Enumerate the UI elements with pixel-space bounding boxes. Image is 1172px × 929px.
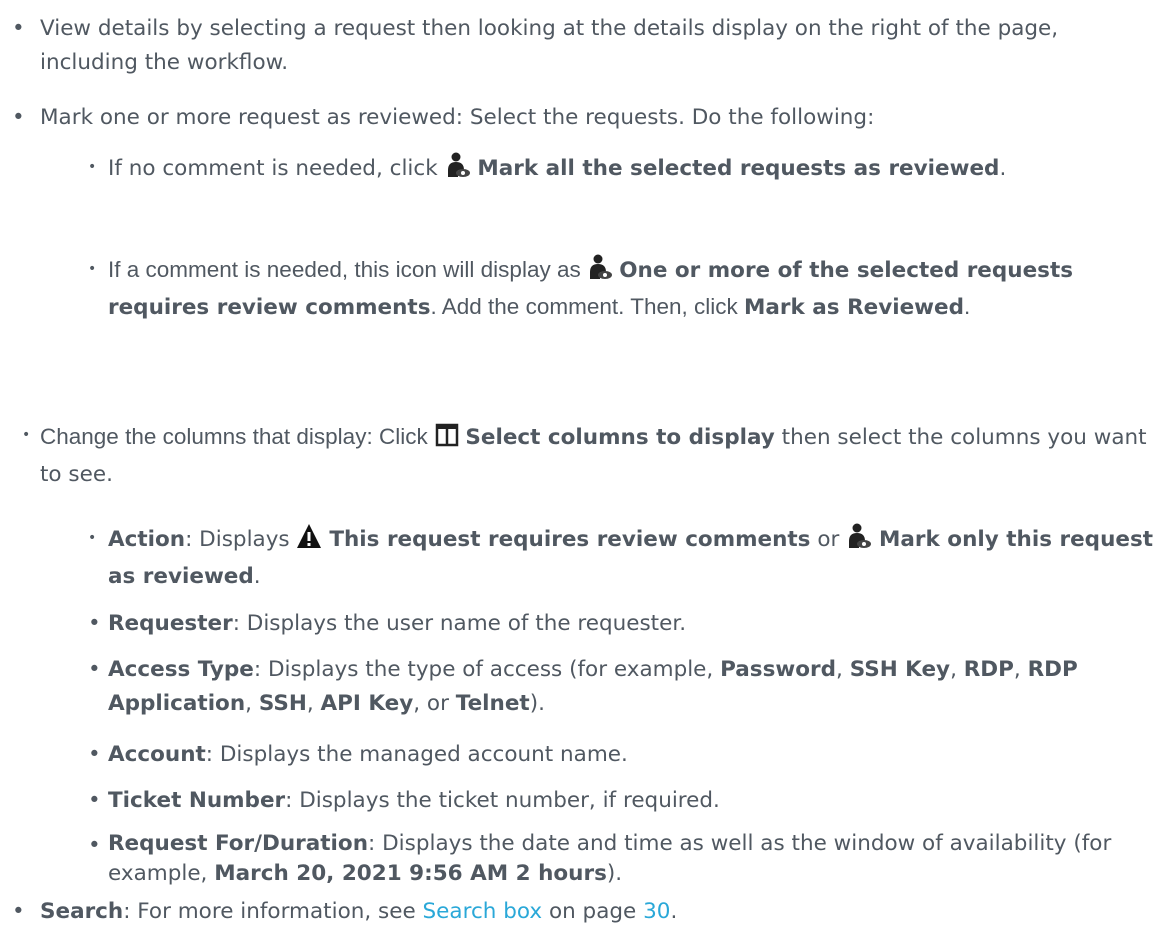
reviewer-eye-icon: [445, 152, 471, 189]
bullet: [88, 607, 101, 641]
bullet: [12, 12, 25, 46]
column-def-requester: Requester: Displays the user name of the…: [108, 611, 687, 636]
reviewer-eye-icon: [587, 254, 613, 290]
page-link[interactable]: 30: [643, 899, 670, 924]
bullet: •: [88, 530, 97, 546]
sub-item-no-comment: If no comment is needed, click Mark all …: [108, 152, 1158, 189]
list-item-mark-reviewed: Mark one or more request as reviewed: Se…: [40, 105, 875, 130]
columns-icon: [435, 423, 459, 458]
warning-icon: [296, 523, 322, 560]
bullet: •: [88, 159, 97, 175]
bullet: [88, 829, 101, 863]
reviewer-eye-icon: [846, 523, 872, 560]
sub-item-comment-needed: If a comment is needed, this icon will d…: [108, 253, 1158, 325]
bullet: •: [22, 427, 31, 443]
list-item-view-details: View details by selecting a request then…: [40, 16, 1059, 75]
list-item-search: Search: For more information, see Search…: [40, 899, 678, 924]
bullet: [12, 101, 25, 135]
bullet: •: [88, 261, 97, 277]
column-def-ticket-number: Ticket Number: Displays the ticket numbe…: [108, 788, 720, 813]
search-box-link[interactable]: Search box: [423, 899, 543, 924]
bullet: [88, 784, 101, 818]
bullet: [88, 738, 101, 772]
bullet: [12, 895, 25, 929]
bullet: [88, 653, 101, 687]
column-def-access-type: Access Type: Displays the type of access…: [108, 657, 1078, 716]
column-def-account: Account: Displays the managed account na…: [108, 742, 628, 767]
column-def-action: Action: Displays This request requires r…: [108, 523, 1158, 594]
list-item-change-columns: Change the columns that display: Click S…: [40, 423, 1147, 487]
column-def-request-for-duration: Request For/Duration: Displays the date …: [108, 831, 1112, 886]
